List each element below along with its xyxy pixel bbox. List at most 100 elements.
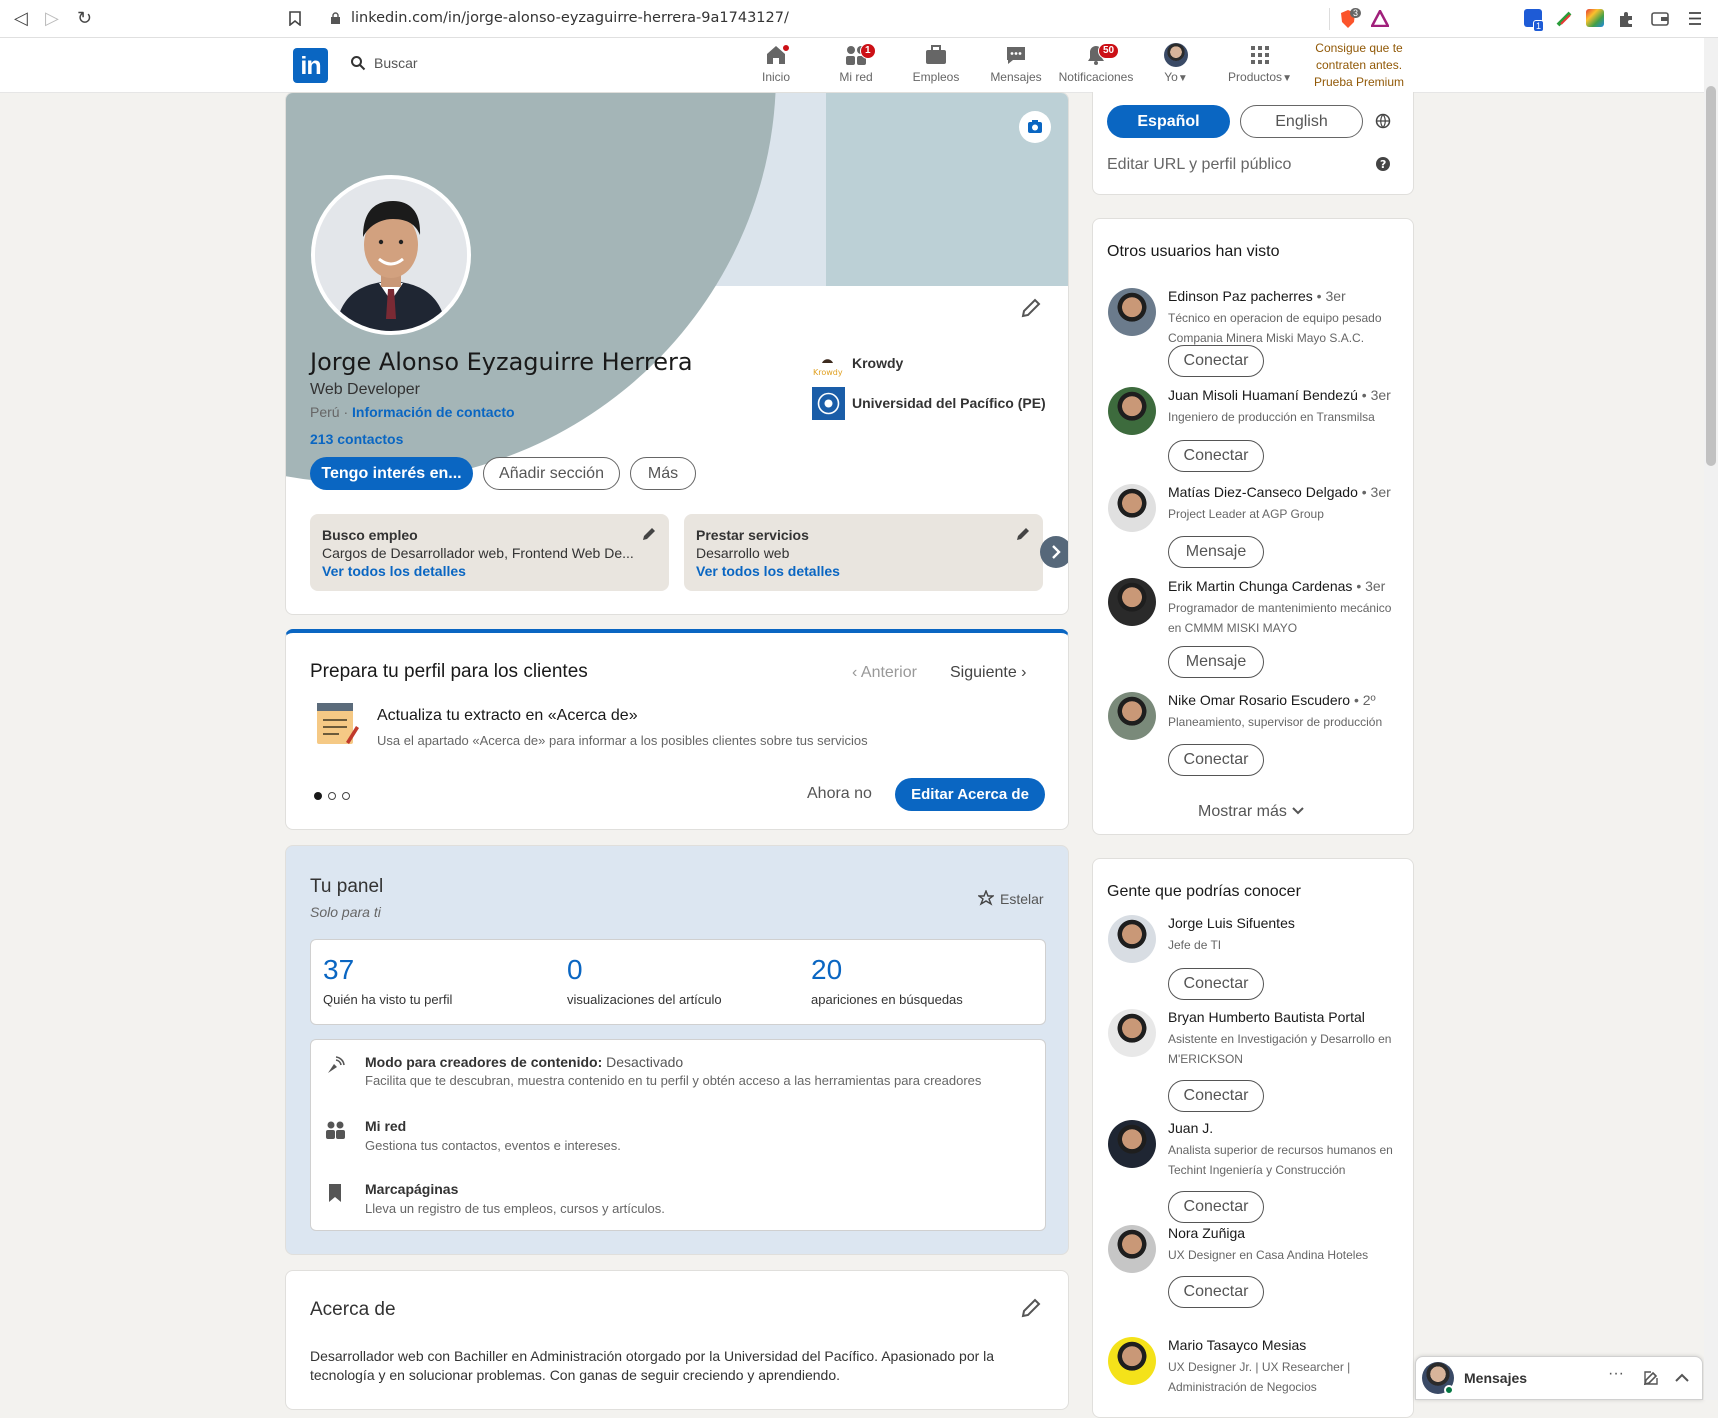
extension-3-icon[interactable] — [1586, 9, 1604, 27]
chevron-up-icon[interactable] — [1674, 1372, 1690, 1384]
brave-rewards-icon[interactable] — [1371, 10, 1389, 27]
carousel-dot[interactable] — [328, 792, 336, 800]
nav-empleos[interactable]: Empleos — [896, 43, 976, 84]
forward-icon[interactable]: ▷ — [45, 8, 59, 29]
person-name[interactable]: Jorge Luis Sifuentes — [1168, 915, 1295, 931]
nav-yo[interactable]: Yo▼ — [1136, 43, 1216, 84]
more-options-icon[interactable]: ··· — [1608, 1365, 1624, 1383]
carousel-dots — [314, 787, 350, 805]
person-name[interactable]: Nike Omar Rosario Escudero • 2º — [1168, 692, 1376, 708]
person-name[interactable]: Mario Tasayco Mesias — [1168, 1337, 1306, 1353]
profile-photo[interactable] — [311, 175, 471, 335]
add-section-button[interactable]: Añadir sección — [483, 457, 620, 490]
edit-icon[interactable] — [641, 526, 657, 542]
bookmark-icon[interactable] — [289, 11, 301, 26]
nav-label: Productos — [1228, 70, 1283, 84]
nav-mensajes[interactable]: Mensajes — [976, 43, 1056, 84]
connections-link[interactable]: 213 contactos — [310, 431, 403, 447]
carousel-next-button[interactable] — [1040, 536, 1068, 568]
providing-services-card[interactable]: Prestar servicios Desarrollo web Ver tod… — [684, 514, 1043, 591]
connect-button[interactable]: Conectar — [1168, 744, 1264, 776]
person-name[interactable]: Juan Misoli Huamaní Bendezú • 3er — [1168, 387, 1391, 403]
compose-icon[interactable] — [1643, 1370, 1659, 1386]
messaging-bar[interactable]: Mensajes ··· — [1415, 1356, 1703, 1400]
show-more-button[interactable]: Mostrar más — [1198, 803, 1305, 821]
person-name[interactable]: Matías Diez-Canseco Delgado • 3er — [1168, 484, 1391, 500]
avatar[interactable] — [1108, 692, 1156, 740]
more-button[interactable]: Más — [630, 457, 696, 490]
briefcase-icon — [926, 45, 946, 64]
scrollbar-thumb[interactable] — [1706, 86, 1716, 466]
carousel-dot[interactable] — [314, 792, 322, 800]
message-button[interactable]: Mensaje — [1168, 536, 1264, 568]
next-button[interactable]: Siguiente › — [950, 664, 1027, 682]
help-icon[interactable]: ? — [1375, 156, 1391, 172]
not-now-button[interactable]: Ahora no — [807, 785, 872, 803]
connection-degree: • 2º — [1353, 692, 1376, 708]
connect-button[interactable]: Conectar — [1168, 1191, 1264, 1223]
language-es-button[interactable]: Español — [1107, 105, 1230, 138]
edit-icon[interactable] — [1015, 526, 1031, 542]
person-name[interactable]: Juan J. — [1168, 1120, 1213, 1136]
previous-button[interactable]: ‹ Anterior — [852, 664, 917, 682]
avatar[interactable] — [1108, 1337, 1156, 1385]
connect-button[interactable]: Conectar — [1168, 1276, 1264, 1308]
avatar — [1164, 43, 1188, 67]
nav-productos[interactable]: Productos▼ — [1215, 43, 1305, 84]
person-name[interactable]: Bryan Humberto Bautista Portal — [1168, 1009, 1365, 1025]
wallet-icon[interactable] — [1651, 10, 1669, 27]
avatar[interactable] — [1108, 1225, 1156, 1273]
connect-button[interactable]: Conectar — [1168, 968, 1264, 1000]
nav-mi-red[interactable]: 1 Mi red — [816, 43, 896, 84]
message-button[interactable]: Mensaje — [1168, 646, 1264, 678]
edit-about-icon[interactable] — [1020, 1297, 1042, 1319]
address-bar[interactable]: linkedin.com/in/jorge-alonso-eyzaguirre-… — [351, 10, 789, 26]
nav-inicio[interactable]: Inicio — [736, 43, 816, 84]
profile-location-row: Perú · Información de contacto — [310, 404, 515, 420]
avatar[interactable] — [1108, 915, 1156, 963]
connect-button[interactable]: Conectar — [1168, 345, 1264, 377]
avatar[interactable] — [1108, 288, 1156, 336]
stat-search-appearances[interactable]: 20 apariciones en búsquedas — [811, 954, 963, 1007]
lock-icon[interactable] — [330, 12, 341, 25]
connect-button[interactable]: Conectar — [1168, 440, 1264, 472]
puzzle-icon[interactable] — [1617, 10, 1635, 28]
avatar[interactable] — [1108, 387, 1156, 435]
contact-info-link[interactable]: Información de contacto — [352, 404, 515, 420]
linkedin-logo[interactable]: in — [293, 48, 328, 83]
edit-intro-icon[interactable] — [1020, 297, 1042, 319]
avatar[interactable] — [1108, 484, 1156, 532]
card-description: Cargos de Desarrollador web, Frontend We… — [322, 545, 634, 561]
nav-notificaciones[interactable]: 50 Notificaciones — [1056, 43, 1136, 84]
my-network-description: Gestiona tus contactos, eventos e intere… — [365, 1138, 621, 1153]
search-box[interactable]: Buscar — [350, 55, 418, 71]
language-en-button[interactable]: English — [1240, 105, 1363, 138]
nav-label: Inicio — [761, 70, 790, 84]
carousel-dot[interactable] — [342, 792, 350, 800]
avatar[interactable] — [1108, 1009, 1156, 1057]
connect-button[interactable]: Conectar — [1168, 1080, 1264, 1112]
about-text: Desarrollador web con Bachiller en Admin… — [310, 1347, 1050, 1385]
person-name[interactable]: Nora Zuñiga — [1168, 1225, 1245, 1241]
back-icon[interactable]: ◁ — [14, 8, 28, 29]
education-school[interactable]: Universidad del Pacífico (PE) — [852, 395, 1046, 411]
current-company[interactable]: Krowdy — [852, 355, 903, 371]
edit-about-button[interactable]: Editar Acerca de — [895, 778, 1045, 811]
person-name[interactable]: Erik Martin Chunga Cardenas • 3er — [1168, 578, 1385, 594]
avatar[interactable] — [1108, 1120, 1156, 1168]
reload-icon[interactable]: ↻ — [77, 8, 92, 29]
open-to-button[interactable]: Tengo interés en... — [310, 457, 473, 490]
edit-public-profile-link[interactable]: Editar URL y perfil público — [1107, 156, 1291, 174]
extension-2-icon[interactable] — [1555, 10, 1573, 28]
page-scrollbar[interactable] — [1704, 38, 1718, 1400]
stat-article-views[interactable]: 0 visualizaciones del artículo — [567, 954, 722, 1007]
open-to-work-card[interactable]: Busco empleo Cargos de Desarrollador web… — [310, 514, 669, 591]
avatar[interactable] — [1108, 578, 1156, 626]
edit-banner-button[interactable] — [1019, 111, 1051, 143]
stat-profile-views[interactable]: 37 Quién ha visto tu perfil — [323, 954, 452, 1007]
globe-icon[interactable] — [1375, 113, 1391, 129]
person-name[interactable]: Edinson Paz pacherres • 3er — [1168, 288, 1346, 304]
card-details-link[interactable]: Ver todos los detalles — [322, 563, 466, 579]
menu-icon[interactable] — [1688, 11, 1702, 26]
card-details-link[interactable]: Ver todos los detalles — [696, 563, 840, 579]
